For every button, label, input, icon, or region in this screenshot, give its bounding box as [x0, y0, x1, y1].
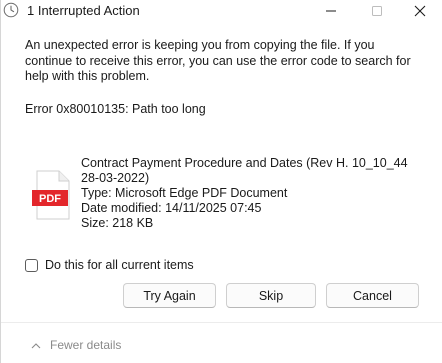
file-size: Size: 218 KB [81, 216, 154, 230]
minimize-button[interactable] [308, 0, 354, 22]
footer-divider [1, 322, 442, 323]
pdf-icon-label: PDF [39, 193, 61, 205]
error-message: An unexpected error is keeping you from … [25, 38, 411, 83]
interrupted-action-dialog: 1 Interrupted Action An unexpected error… [0, 0, 442, 363]
error-code: Error 0x80010135: Path too long [25, 102, 206, 116]
file-details: Contract Payment Procedure and Dates (Re… [81, 156, 431, 231]
apply-all-option[interactable]: Do this for all current items [25, 258, 194, 272]
window-title: 1 Interrupted Action [27, 3, 140, 18]
try-again-button[interactable]: Try Again [123, 283, 216, 308]
fewer-details-toggle[interactable]: Fewer details [31, 338, 121, 352]
chevron-up-icon [31, 342, 41, 349]
minimize-icon [326, 10, 336, 12]
fewer-details-label: Fewer details [50, 338, 122, 352]
close-button[interactable] [397, 0, 442, 22]
apply-all-label: Do this for all current items [45, 258, 194, 272]
copy-progress-icon [3, 2, 19, 18]
maximize-icon [372, 6, 382, 16]
skip-button[interactable]: Skip [226, 283, 316, 308]
title-bar: 1 Interrupted Action [1, 0, 442, 22]
file-date-modified: Date modified: 14/11/2025 07:45 [81, 201, 262, 215]
close-icon [414, 5, 426, 17]
cancel-button[interactable]: Cancel [326, 283, 419, 308]
apply-all-checkbox[interactable] [25, 258, 38, 272]
pdf-file-icon: PDF [31, 170, 73, 220]
maximize-button[interactable] [354, 0, 400, 22]
file-name-line-1: Contract Payment Procedure and Dates (Re… [81, 156, 408, 170]
file-name-line-2: 28-03-2022) [81, 171, 150, 185]
file-type: Type: Microsoft Edge PDF Document [81, 186, 288, 200]
